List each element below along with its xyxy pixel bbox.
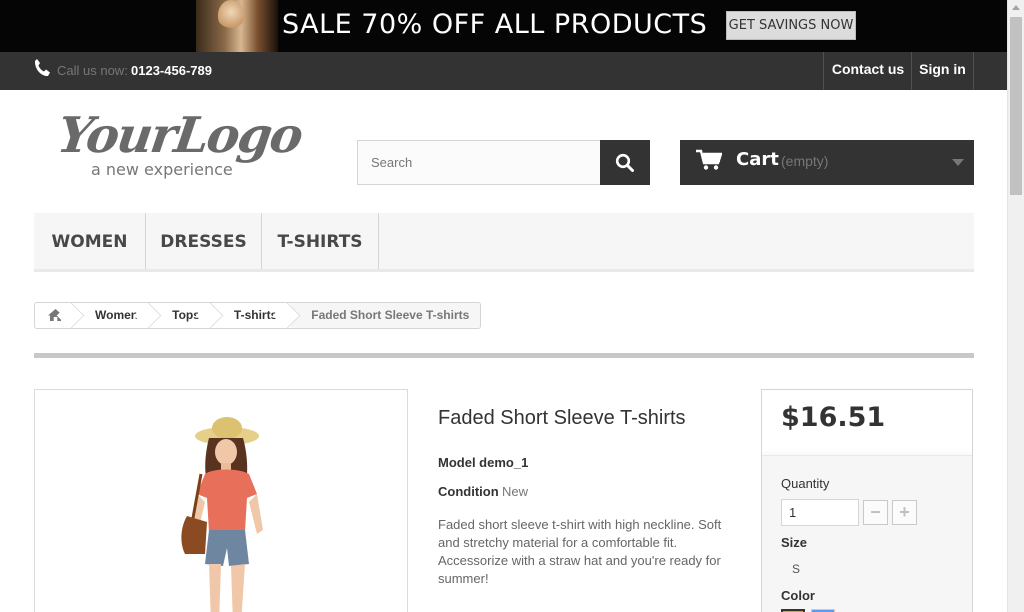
top-navbar: Call us now: 0123-456-789 Contact us Sig…	[0, 52, 1007, 90]
cart-icon	[696, 149, 723, 176]
quantity-minus-button[interactable]: −	[863, 500, 888, 525]
banner-model-image	[196, 0, 278, 52]
size-label: Size	[781, 535, 808, 550]
product-price: $16.51	[781, 402, 886, 433]
product-description: Faded short sleeve t-shirt with high nec…	[438, 517, 722, 586]
product-title: Faded Short Sleeve T-shirts	[438, 407, 686, 429]
banner-headline: SALE 70% OFF ALL PRODUCTS	[282, 9, 708, 40]
chevron-down-icon	[952, 159, 964, 166]
search-button[interactable]	[600, 140, 650, 185]
quantity-plus-button[interactable]: +	[892, 500, 917, 525]
breadcrumb-current: Faded Short Sleeve T-shirts	[291, 303, 481, 328]
phone-icon	[33, 58, 51, 78]
menu-item-women[interactable]: WOMEN	[34, 213, 146, 269]
product-model: Model demo_1	[438, 455, 529, 470]
color-label: Color	[781, 588, 815, 603]
home-icon	[48, 309, 63, 321]
condition-label: Condition	[438, 484, 499, 499]
menu-item-dresses[interactable]: DRESSES	[146, 213, 262, 269]
cart-status: (empty)	[781, 153, 829, 169]
product-image[interactable]	[34, 389, 408, 612]
breadcrumb: Women Tops T-shirts Faded Short Sleeve T…	[34, 302, 482, 329]
breadcrumb-home[interactable]	[35, 303, 75, 328]
page-scrollbar[interactable]	[1007, 0, 1024, 612]
get-savings-button[interactable]: GET SAVINGS NOW	[726, 11, 856, 40]
promo-banner[interactable]: SALE 70% OFF ALL PRODUCTS GET SAVINGS NO…	[0, 0, 1007, 52]
sign-in-link[interactable]: Sign in	[911, 52, 974, 90]
contact-us-link[interactable]: Contact us	[823, 52, 912, 90]
quantity-label: Quantity	[781, 476, 830, 491]
phone-number: 0123-456-789	[131, 63, 212, 78]
price-area: $16.51	[762, 390, 972, 456]
search-icon	[615, 153, 634, 172]
quantity-input[interactable]	[781, 499, 859, 526]
search-input[interactable]	[357, 140, 601, 185]
product-photo	[181, 417, 263, 612]
scroll-up-arrow-icon[interactable]	[1012, 5, 1020, 10]
call-us-label: Call us now:	[57, 63, 128, 78]
scrollbar-thumb[interactable]	[1010, 17, 1022, 195]
buy-box: $16.51 Quantity − + Size S Color	[761, 389, 973, 612]
breadcrumb-item-tshirts[interactable]: T-shirts	[214, 303, 291, 328]
site-logo[interactable]: YourLogo a new experience	[54, 106, 305, 185]
logo-wordmark: YourLogo	[53, 106, 306, 164]
condition-value: New	[502, 484, 529, 499]
main-menu: WOMEN DRESSES T-SHIRTS	[34, 213, 974, 272]
breadcrumb-item-women[interactable]: Women	[75, 303, 152, 328]
breadcrumb-item-tops[interactable]: Tops	[152, 303, 214, 328]
section-divider	[34, 353, 974, 358]
size-select[interactable]: S	[792, 562, 800, 576]
cart-button[interactable]: Cart (empty)	[680, 140, 974, 185]
menu-item-tshirts[interactable]: T-SHIRTS	[262, 213, 379, 269]
logo-tagline: a new experience	[91, 160, 233, 179]
cart-label: Cart	[736, 149, 779, 170]
